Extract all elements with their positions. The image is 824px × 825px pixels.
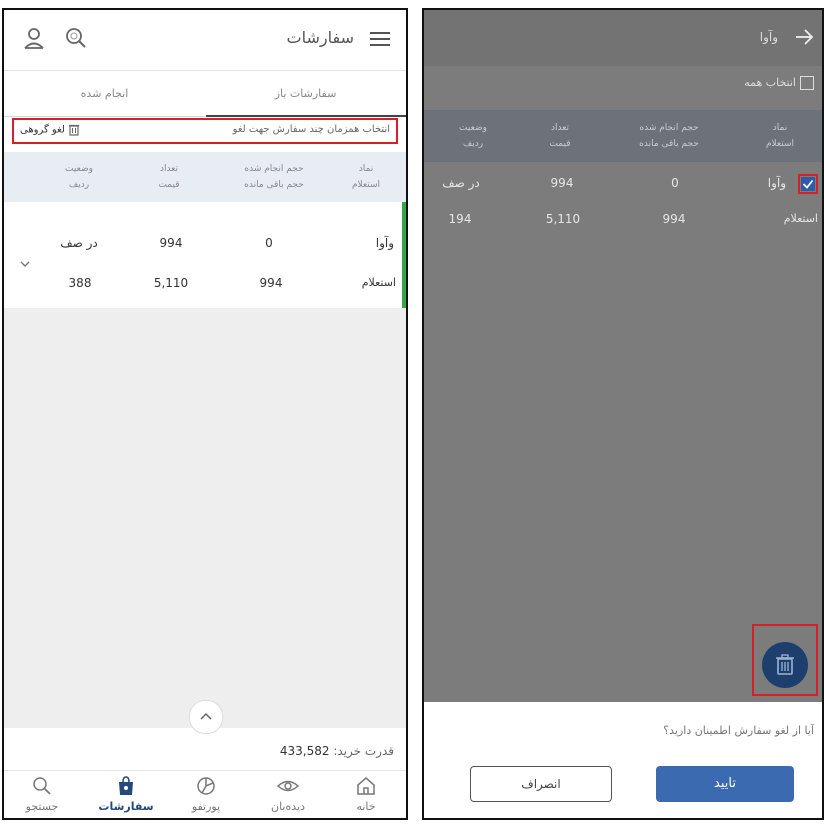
tab-done-orders[interactable]: انجام شده [4, 72, 205, 116]
bulk-cancel-bar: انتخاب همزمان چند سفارش جهت لغو لغو گروه… [12, 118, 398, 144]
tab-open-orders[interactable]: سفارشات باز [205, 72, 406, 116]
search-icon [33, 777, 51, 795]
expand-up-button[interactable] [189, 700, 223, 734]
buying-power-label: قدرت خرید: [333, 744, 394, 758]
chevron-up-icon [200, 712, 212, 720]
eye-icon [276, 780, 300, 792]
col-symbol-header: نماد استعلام [765, 123, 795, 149]
order-status: در صف [60, 236, 98, 250]
dimmed-overlay[interactable]: وآوا انتخاب همه نماد استعلام حجم انجام شد… [424, 10, 822, 702]
col-volume-header: حجم انجام شده حجم باقی مانده [639, 123, 699, 149]
app-header: سفارشات [4, 10, 406, 71]
order-executed: 0 [265, 236, 273, 250]
bulk-select-hint: انتخاب همزمان چند سفارش جهت لغو [232, 124, 390, 135]
orders-table-header: نماد استعلام حجم انجام شده حجم باقی مانده … [424, 110, 822, 162]
col-status-header: وضعیت ردیف [65, 164, 93, 190]
order-inquiry[interactable]: استعلام [362, 276, 396, 289]
orders-table-header: نماد استعلام حجم انجام شده حجم باقی مانده … [4, 152, 406, 202]
cancel-button[interactable]: انصراف [470, 766, 612, 802]
order-remaining: 994 [259, 276, 283, 290]
bulk-cancel-label: لغو گروهی [20, 124, 65, 136]
order-price: 5,110 [153, 276, 189, 290]
order-symbol: وآوا [375, 236, 394, 250]
nav-watchlist[interactable]: دیده‌بان [258, 774, 318, 813]
order-checkbox[interactable] [798, 174, 818, 194]
order-count: 994 [550, 176, 574, 190]
order-row-number: 194 [448, 212, 472, 226]
order-status: در صف [442, 176, 480, 190]
col-count-header: تعداد قیمت [549, 123, 571, 149]
menu-icon[interactable] [370, 32, 390, 46]
search-icon[interactable] [62, 24, 90, 52]
nav-portfolio[interactable]: پورتفو [176, 774, 236, 813]
arrow-right-icon[interactable] [794, 28, 814, 46]
checkbox-icon [800, 76, 814, 90]
confirm-button[interactable]: تایید [656, 766, 794, 802]
order-symbol: وآوا [767, 176, 786, 190]
order-price: 5,110 [545, 212, 581, 226]
col-status-header: وضعیت ردیف [459, 123, 487, 149]
trash-icon [69, 124, 80, 136]
empty-list-area [4, 308, 406, 728]
order-remaining: 994 [662, 212, 686, 226]
order-row-number: 388 [68, 276, 92, 290]
confirm-question: آیا از لغو سفارش اطمینان دارید؟ [663, 724, 814, 737]
buying-power-value: 433,582 [279, 744, 330, 758]
select-all-label: انتخاب همه [744, 76, 796, 89]
shopping-bag-icon [119, 776, 133, 795]
selection-header: وآوا [424, 10, 822, 66]
order-count: 994 [159, 236, 183, 250]
col-volume-header: حجم انجام شده حجم باقی مانده [244, 164, 304, 190]
selected-order-row-details: استعلام 994 5,110 194 [424, 206, 822, 236]
bottom-nav: خانه دیده‌بان پورتفو سفارشات جستجو [4, 770, 406, 818]
order-tabs: سفارشات باز انجام شده [4, 72, 406, 117]
selected-order-row[interactable]: وآوا 0 994 در صف [424, 172, 822, 202]
page-title: سفارشات [286, 28, 354, 47]
buying-power-bar: قدرت خرید: 433,582 [4, 730, 406, 771]
orders-screen: سفارشات سفارشات باز انجام شده انتخاب همز… [2, 8, 408, 820]
nav-orders[interactable]: سفارشات [96, 774, 156, 813]
nav-search[interactable]: جستجو [12, 774, 72, 813]
check-icon [801, 177, 815, 191]
order-row[interactable]: وآوا 0 994 در صف استعلام 994 5,110 388 [4, 202, 406, 309]
pie-chart-icon [197, 777, 215, 795]
delete-orders-button[interactable] [762, 642, 808, 688]
selection-title: وآوا [759, 30, 778, 44]
chevron-down-icon[interactable] [20, 260, 30, 268]
trash-icon [776, 654, 794, 675]
order-executed: 0 [671, 176, 679, 190]
col-symbol-header: نماد استعلام [351, 164, 381, 190]
cancel-orders-screen: وآوا انتخاب همه نماد استعلام حجم انجام شد… [422, 8, 824, 820]
order-inquiry[interactable]: استعلام [784, 212, 818, 225]
user-icon[interactable] [20, 24, 48, 52]
home-icon [357, 777, 375, 795]
select-all-checkbox[interactable]: انتخاب همه [744, 76, 814, 90]
active-tab-indicator [206, 115, 406, 117]
confirm-sheet: آیا از لغو سفارش اطمینان دارید؟ انصراف ت… [424, 702, 822, 818]
nav-home[interactable]: خانه [336, 774, 396, 813]
bulk-cancel-button[interactable]: لغو گروهی [20, 123, 80, 136]
col-count-header: تعداد قیمت [158, 164, 180, 190]
order-status-bar [402, 202, 406, 308]
